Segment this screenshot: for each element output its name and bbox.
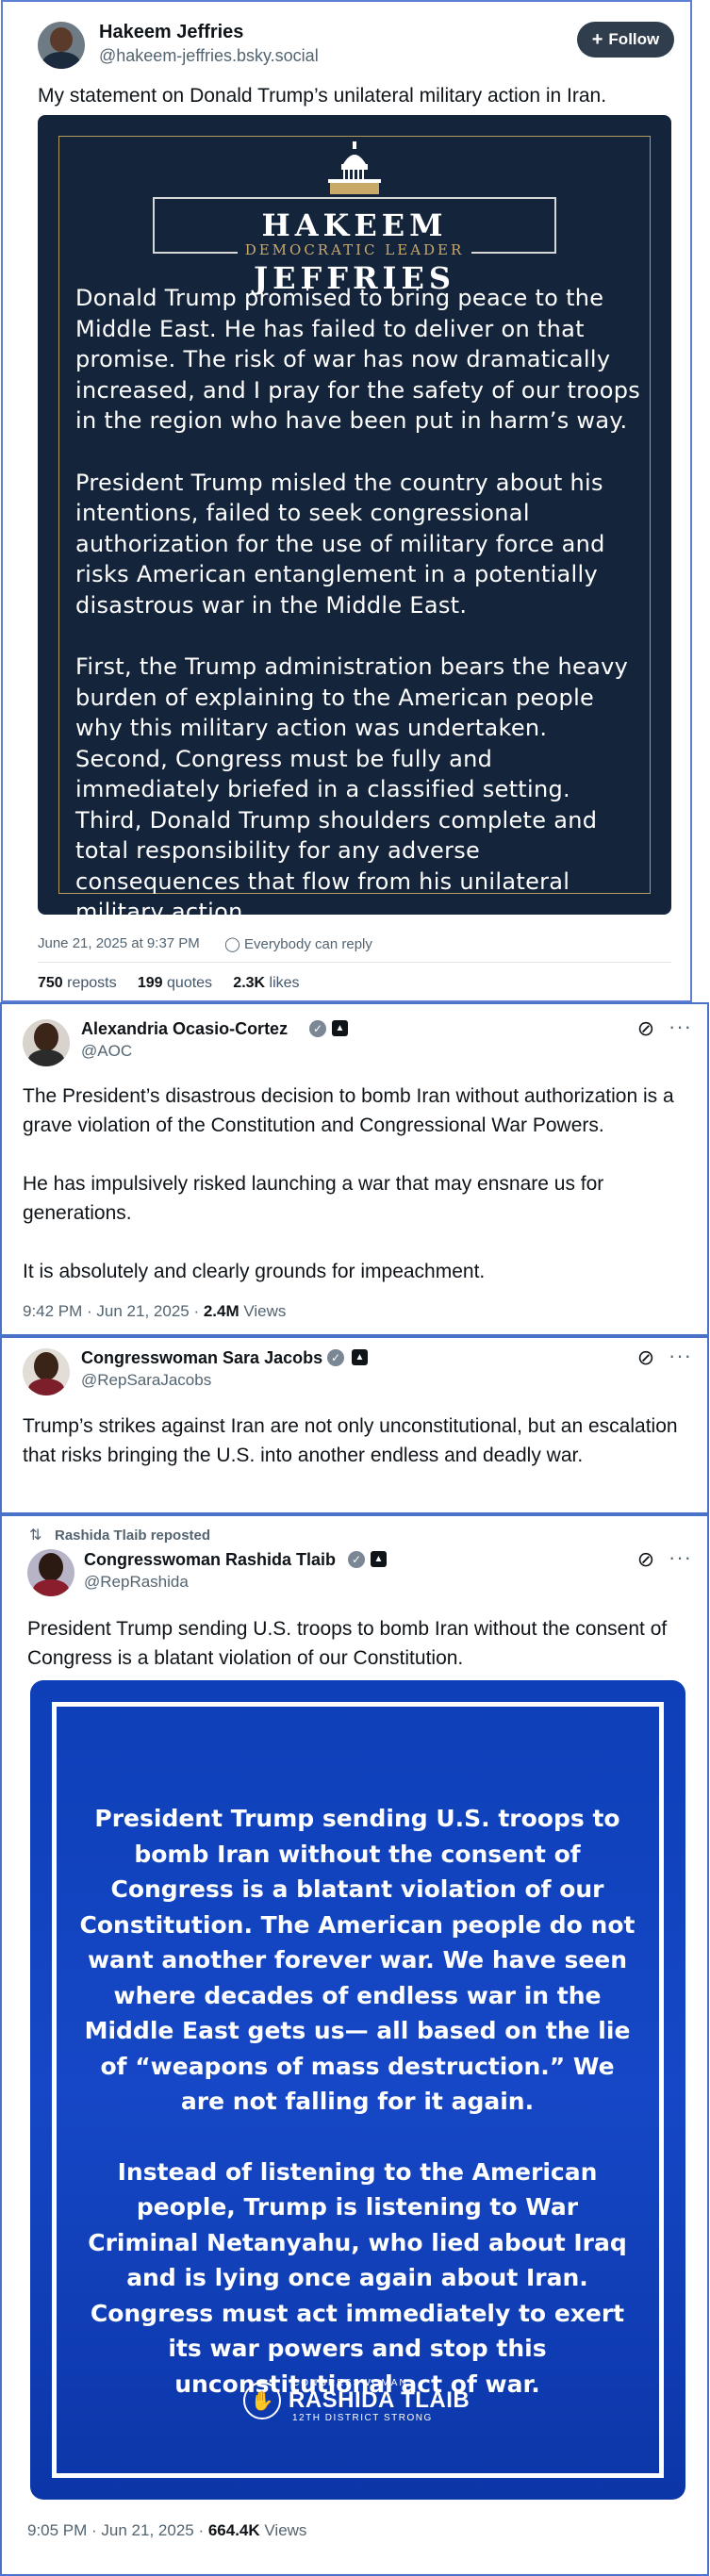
capitol-icon xyxy=(328,141,381,194)
poster-paragraph: Instead of listening to the American peo… xyxy=(88,2157,627,2398)
post-paragraph: It is absolutely and clearly grounds for… xyxy=(23,1261,486,1282)
logo-bottom: 12TH DISTRICT STRONG xyxy=(292,2413,433,2423)
post-timestamp[interactable]: June 21, 2025 at 9:37 PM xyxy=(38,935,200,951)
x-post-aoc: Alexandria Ocasio-Cortez ✓ ▲ @AOC ⊘ ··· … xyxy=(0,1002,709,1336)
reposts-label: reposts xyxy=(67,975,117,991)
tlaib-logo: ✋ CONGRESSWOMAN RASHIDA TLAIB 12TH DISTR… xyxy=(243,2378,479,2425)
reposts-stat[interactable]: 750 reposts xyxy=(38,975,117,991)
quotes-stat[interactable]: 199 quotes xyxy=(138,975,212,991)
more-icon[interactable]: ··· xyxy=(669,1016,692,1037)
reposts-count: 750 xyxy=(38,975,63,991)
quotes-label: quotes xyxy=(167,975,213,991)
author-name[interactable]: Alexandria Ocasio-Cortez xyxy=(81,1019,288,1039)
post-time: 9:42 PM · Jun 21, 2025 · xyxy=(23,1302,204,1320)
verified-check-icon[interactable]: ✓ xyxy=(327,1349,344,1366)
grok-icon[interactable]: ⊘ xyxy=(635,1548,657,1571)
poster-text: President Trump sending U.S. troops to b… xyxy=(77,1801,637,2436)
avatar[interactable] xyxy=(23,1348,70,1395)
repost-icon: ⇅ xyxy=(29,1527,42,1544)
views-label: Views xyxy=(259,2521,307,2539)
statement-paragraph: President Trump misled the country about… xyxy=(75,469,605,619)
government-badge-icon[interactable]: ▲ xyxy=(352,1349,368,1365)
post-paragraph: The President’s disastrous decision to b… xyxy=(23,1085,674,1136)
post-text: President Trump sending U.S. troops to b… xyxy=(27,1618,668,1669)
government-badge-icon[interactable]: ▲ xyxy=(371,1551,387,1567)
reply-setting[interactable]: ◯ Everybody can reply xyxy=(224,935,372,952)
post-stats: 750 reposts 199 quotes 2.3K likes xyxy=(38,975,300,992)
author-name[interactable]: Congresswoman Rashida Tlaib xyxy=(84,1550,336,1570)
plus-icon: + xyxy=(591,29,603,50)
poster-paragraph: President Trump sending U.S. troops to b… xyxy=(79,1805,636,2115)
x-post-jacobs: Congresswoman Sara Jacobs ✓ ▲ @RepSaraJa… xyxy=(0,1336,709,1514)
avatar[interactable] xyxy=(38,22,85,69)
verified-check-icon[interactable]: ✓ xyxy=(309,1020,326,1037)
repost-label[interactable]: Rashida Tlaib reposted xyxy=(55,1527,210,1544)
author-handle[interactable]: @RepRashida xyxy=(84,1573,189,1592)
image-subtitle: DEMOCRATIC LEADER xyxy=(153,241,556,258)
likes-count: 2.3K xyxy=(233,975,266,991)
statement-image[interactable]: President Trump sending U.S. troops to b… xyxy=(30,1680,685,2500)
more-icon[interactable]: ··· xyxy=(669,1346,692,1366)
bluesky-post-jeffries: Hakeem Jeffries @hakeem-jeffries.bsky.so… xyxy=(1,0,692,1002)
author-name[interactable]: Congresswoman Sara Jacobs xyxy=(81,1348,322,1368)
logo-name: RASHIDA TLAIB xyxy=(289,2387,471,2413)
post-meta[interactable]: 9:42 PM · Jun 21, 2025 · 2.4M Views xyxy=(23,1302,286,1321)
more-icon[interactable]: ··· xyxy=(669,1547,692,1568)
author-handle[interactable]: @hakeem-jeffries.bsky.social xyxy=(99,46,319,66)
verified-check-icon[interactable]: ✓ xyxy=(348,1551,365,1568)
image-subtitle-text: DEMOCRATIC LEADER xyxy=(237,241,472,258)
follow-button[interactable]: + Follow xyxy=(577,22,674,58)
x-post-tlaib: ⇅ Rashida Tlaib reposted Congresswoman R… xyxy=(0,1514,709,2576)
statement-text: Donald Trump promised to bring peace to … xyxy=(75,283,641,959)
post-meta[interactable]: 9:05 PM · Jun 21, 2025 · 664.4K Views xyxy=(27,2521,306,2540)
avatar[interactable] xyxy=(27,1549,74,1596)
author-handle[interactable]: @RepSaraJacobs xyxy=(81,1371,211,1390)
likes-label: likes xyxy=(269,975,300,991)
post-paragraph: He has impulsively risked launching a wa… xyxy=(23,1173,604,1224)
views-count: 2.4M xyxy=(203,1302,239,1320)
follow-label: Follow xyxy=(608,30,660,48)
grok-icon[interactable]: ⊘ xyxy=(635,1346,657,1369)
author-handle[interactable]: @AOC xyxy=(81,1042,132,1061)
people-icon: ◯ xyxy=(224,936,240,952)
views-label: Views xyxy=(239,1302,287,1320)
timestamp-text: June 21, 2025 at 9:37 PM xyxy=(38,935,200,951)
divider xyxy=(38,962,671,963)
quotes-count: 199 xyxy=(137,975,163,991)
statement-paragraph: Donald Trump promised to bring peace to … xyxy=(75,285,641,434)
author-name[interactable]: Hakeem Jeffries xyxy=(99,22,243,43)
views-count: 664.4K xyxy=(207,2521,260,2539)
statement-image[interactable]: HAKEEM JEFFRIES DEMOCRATIC LEADER Donald… xyxy=(38,115,671,925)
avatar[interactable] xyxy=(23,1019,70,1066)
post-text: Trump’s strikes against Iran are not onl… xyxy=(23,1415,678,1466)
reply-setting-text: Everybody can reply xyxy=(243,936,372,952)
post-text: My statement on Donald Trump’s unilatera… xyxy=(38,85,607,107)
grok-icon[interactable]: ⊘ xyxy=(635,1017,657,1040)
government-badge-icon[interactable]: ▲ xyxy=(332,1020,348,1036)
logo-emblem-icon: ✋ xyxy=(243,2382,281,2419)
post-text: The President’s disastrous decision to b… xyxy=(23,1082,683,1286)
likes-stat[interactable]: 2.3K likes xyxy=(233,975,299,991)
post-time: 9:05 PM · Jun 21, 2025 · xyxy=(27,2521,208,2539)
statement-paragraph: First, the Trump administration bears th… xyxy=(75,653,629,925)
